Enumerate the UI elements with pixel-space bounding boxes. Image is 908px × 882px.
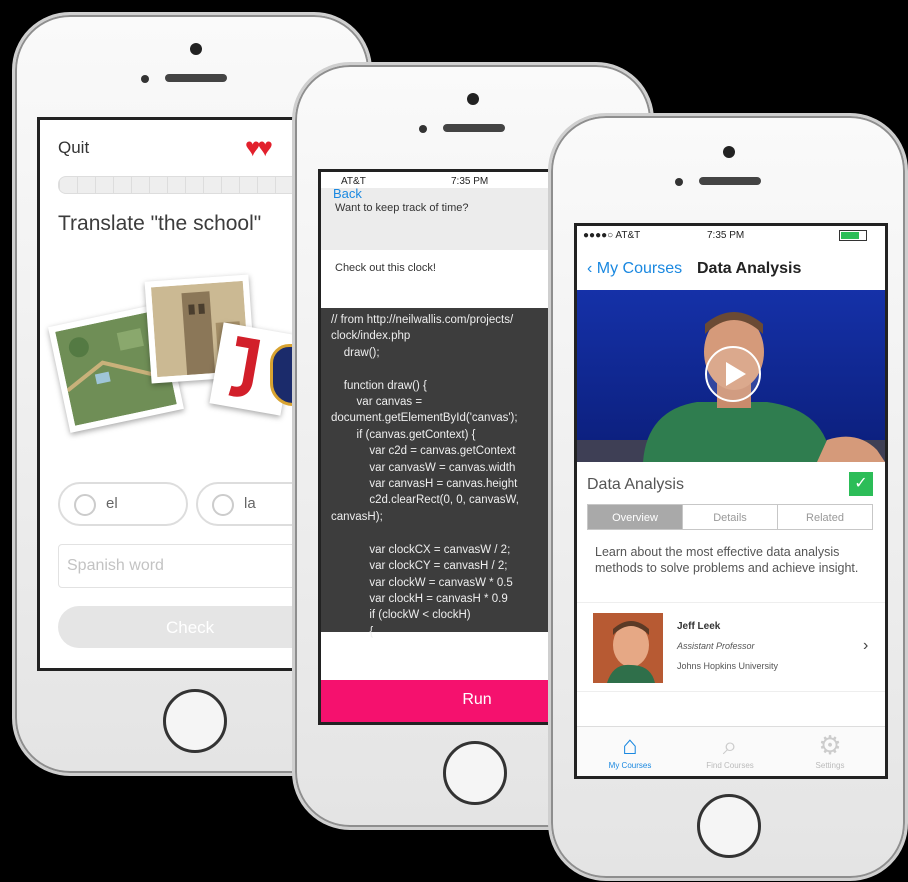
answer-option-el[interactable]: el (58, 482, 188, 526)
tabbar-my-courses[interactable]: ⌂ My Courses (585, 729, 675, 770)
tabbar-label: My Courses (608, 761, 652, 770)
answer-label: el (106, 495, 118, 512)
radio-icon (74, 494, 96, 516)
front-camera (467, 93, 479, 105)
translate-prompt: Translate "the school" (58, 212, 262, 235)
front-camera (190, 43, 202, 55)
course-screen: ●●●●○ AT&T 7:35 PM ‹ My Courses Data Ana… (574, 223, 888, 779)
tab-bar: ⌂ My Courses ⌕ Find Courses ⚙ Settings (577, 726, 885, 776)
tabbar-settings[interactable]: ⚙ Settings (785, 729, 875, 770)
check-label: Check (166, 618, 215, 637)
nav-bar: ‹ My Courses Data Analysis (577, 244, 885, 292)
carrier-label: ●●●●○ AT&T (583, 230, 641, 241)
tabbar-find-courses[interactable]: ⌕ Find Courses (685, 729, 775, 770)
input-placeholder: Spanish word (67, 557, 164, 574)
home-icon: ⌂ (622, 730, 638, 760)
question-text: Want to keep track of time? (335, 202, 469, 214)
instructor-name: Jeff Leek (677, 621, 721, 632)
earpiece-speaker (443, 124, 505, 132)
radio-icon (212, 494, 234, 516)
phone-course-app: ●●●●○ AT&T 7:35 PM ‹ My Courses Data Ana… (548, 113, 908, 881)
hint-text: Check out this clock! (335, 262, 436, 274)
my-courses-back-button[interactable]: ‹ My Courses (587, 260, 682, 278)
earpiece-speaker (165, 74, 227, 82)
instructor-university: Johns Hopkins University (677, 661, 779, 671)
home-button[interactable] (697, 794, 761, 858)
answer-label: la (244, 495, 256, 512)
chevron-right-icon: › (863, 637, 869, 654)
nav-title: Data Analysis (697, 260, 802, 277)
sensor-dot (419, 125, 427, 133)
course-title: Data Analysis (587, 476, 684, 493)
tab-related[interactable]: Related (777, 504, 873, 530)
battery-icon (839, 230, 867, 241)
sensor-dot (141, 75, 149, 83)
search-icon: ⌕ (722, 730, 738, 760)
hearts-lives: ♥♥ (245, 132, 273, 162)
course-description: Learn about the most effective data anal… (595, 545, 859, 575)
instructor-row[interactable]: Jeff Leek Assistant Professor Johns Hopk… (577, 602, 885, 692)
earpiece-speaker (699, 177, 761, 185)
clock-time: 7:35 PM (707, 230, 745, 241)
tab-details[interactable]: Details (682, 504, 778, 530)
tabbar-label: Find Courses (706, 761, 754, 770)
instructor-role: Assistant Professor (677, 641, 755, 651)
tab-overview[interactable]: Overview (587, 504, 683, 530)
home-button[interactable] (443, 741, 507, 805)
back-label: My Courses (596, 260, 683, 277)
gear-icon: ⚙ (818, 730, 842, 760)
video-player[interactable] (577, 290, 885, 462)
tabbar-label: Settings (815, 761, 845, 770)
checkmark-icon[interactable]: ✓ (849, 472, 873, 496)
status-bar: ●●●●○ AT&T 7:35 PM (577, 226, 885, 244)
clock-time: 7:35 PM (451, 176, 489, 187)
instructor-avatar (593, 613, 663, 683)
home-button[interactable] (163, 689, 227, 753)
front-camera (723, 146, 735, 158)
sensor-dot (675, 178, 683, 186)
play-icon[interactable] (705, 346, 761, 402)
quit-button[interactable]: Quit (58, 138, 89, 158)
back-button[interactable]: Back (333, 186, 362, 201)
